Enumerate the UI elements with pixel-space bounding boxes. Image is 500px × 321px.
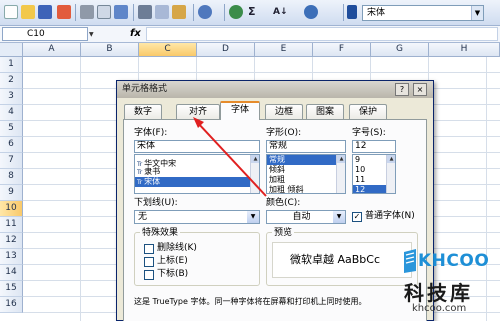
watermark-chinese: 科技库 (404, 281, 473, 305)
annotation-arrow-line (196, 121, 267, 197)
watermark-brand: KHCOO (418, 251, 490, 271)
tab-font[interactable]: 字体 (220, 101, 260, 120)
watermark-url: khcoo.com (412, 303, 467, 314)
